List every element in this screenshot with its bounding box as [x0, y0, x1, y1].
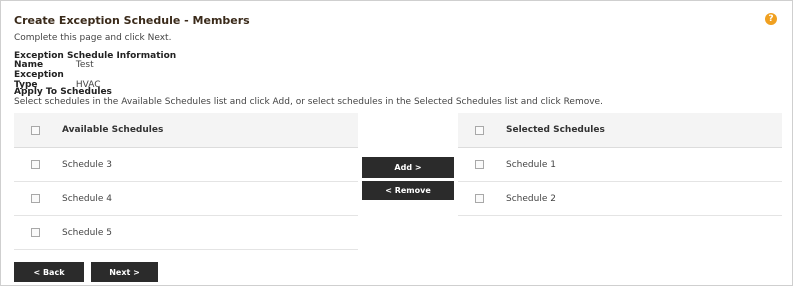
selected-schedules-title: Selected Schedules: [506, 125, 605, 135]
list-item[interactable]: Schedule 4: [14, 182, 358, 216]
schedule-label: Schedule 1: [506, 159, 556, 170]
back-button[interactable]: < Back: [14, 262, 84, 282]
help-icon[interactable]: ?: [765, 13, 777, 25]
add-button[interactable]: Add >: [362, 157, 454, 178]
select-all-available-checkbox[interactable]: [31, 125, 40, 135]
exception-name-label: Name: [14, 60, 44, 70]
exception-name-value: Test: [75, 60, 94, 70]
selected-schedules-header: Selected Schedules: [458, 113, 782, 148]
schedule-checkbox[interactable]: [31, 160, 40, 169]
page-instruction: Complete this page and click Next.: [14, 33, 172, 43]
schedule-checkbox[interactable]: [475, 194, 484, 203]
remove-button[interactable]: < Remove: [362, 181, 454, 200]
selected-schedules-list: Selected Schedules Schedule 1 Schedule 2: [458, 113, 782, 216]
schedule-checkbox[interactable]: [475, 160, 484, 169]
list-item[interactable]: Schedule 5: [14, 216, 358, 250]
schedule-label: Schedule 3: [62, 159, 112, 170]
schedule-label: Schedule 4: [62, 193, 112, 204]
available-schedules-list: Available Schedules Schedule 3 Schedule …: [14, 113, 358, 250]
list-item[interactable]: Schedule 3: [14, 148, 358, 182]
schedule-label: Schedule 2: [506, 193, 556, 204]
apply-heading: Apply To Schedules: [14, 87, 112, 97]
schedule-checkbox[interactable]: [31, 228, 40, 237]
next-button[interactable]: Next >: [91, 262, 158, 282]
available-schedules-title: Available Schedules: [62, 125, 164, 135]
list-item[interactable]: Schedule 1: [458, 148, 782, 182]
schedule-label: Schedule 5: [62, 227, 112, 238]
available-schedules-header: Available Schedules: [14, 113, 358, 148]
select-all-selected-checkbox[interactable]: [475, 125, 484, 135]
exception-name-row: Name Test: [14, 60, 94, 70]
list-item[interactable]: Schedule 2: [458, 182, 782, 216]
page-title: Create Exception Schedule - Members: [14, 14, 250, 27]
schedule-checkbox[interactable]: [31, 194, 40, 203]
apply-description: Select schedules in the Available Schedu…: [14, 97, 603, 107]
